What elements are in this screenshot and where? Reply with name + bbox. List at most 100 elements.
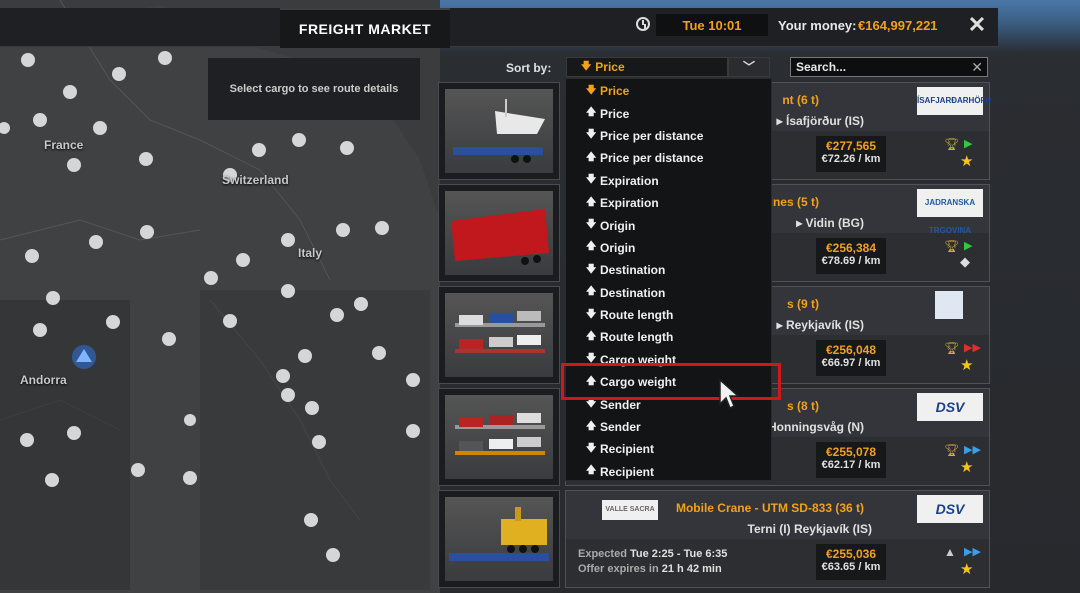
price-per-km: €66.97 / km [821,357,881,369]
trailer-boat-image [445,89,553,173]
sort-option-label: Price per distance [600,151,704,166]
cargo-thumbnail[interactable] [438,184,560,282]
trailer-crane-image [445,497,553,581]
reefer-trailer-icon [451,209,549,265]
clear-search-icon[interactable]: ✕ [971,58,983,76]
arrow-up-icon: 🡅 [586,151,597,163]
weight-icon: ▲ [944,545,956,559]
boat-trailer-icon [453,99,545,163]
sort-option[interactable]: 🡅 Route length [566,326,771,348]
company-logo: JADRANSKA TRGOVINA [917,189,983,235]
sort-option-label: Origin [600,240,636,255]
route: ▸ Ísafjörður (IS) [776,114,864,128]
sort-option[interactable]: 🡇 Price [566,80,771,102]
route: ▸ Vidin (BG) [796,216,864,230]
payment-box: €277,565 €72.26 / km [816,136,886,172]
map-label-andorra: Andorra [20,373,67,387]
arrow-down-icon: 🡇 [586,442,597,454]
cargo-thumbnail[interactable] [438,286,560,384]
crane-trailer-icon [449,507,549,561]
job-timing: Expected Tue 2:25 - Tue 6:35 Offer expir… [578,547,727,577]
company-logo: DSV [917,495,983,523]
sort-selected-label: Price [595,60,625,74]
route: Terni (I) Reykjavík (IS) [747,522,872,536]
arrow-up-icon: 🡅 [586,330,597,342]
destination: Honningsvåg (N) [768,420,864,434]
company-logo-icon [935,291,963,319]
job-card[interactable]: VALLE SACRA Mobile Crane - UTM SD-833 (3… [565,490,990,588]
cargo-thumbnail[interactable] [438,388,560,486]
arrow-up-icon: 🡅 [586,420,597,432]
price: €256,384 [825,241,877,255]
price-per-km: €62.17 / km [821,459,881,471]
price: €256,048 [825,343,877,357]
sort-option[interactable]: 🡇 Price per distance [566,125,771,147]
payment-box: €255,078 €62.17 / km [816,442,886,478]
sort-option-label: Sender [600,420,641,435]
map-label-france: France [44,138,84,152]
cargo-thumbnail[interactable] [438,490,560,588]
expected-label: Expected [578,548,627,560]
destination: Reykjavík (IS) [785,318,864,332]
arrow-down-icon: 🡇 [586,263,597,275]
highlight-box [561,363,781,400]
sort-option-label: Route length [600,308,674,323]
search-input[interactable]: Search... ✕ [790,57,988,77]
payment-box: €256,048 €66.97 / km [816,340,886,376]
cargo-title: s (8 t) [786,399,819,413]
trophy-icon: 🏆︎ [944,137,960,151]
map-label-switzerland: Switzerland [222,173,289,187]
close-button[interactable]: ✕ [966,14,988,36]
sort-option[interactable]: 🡇 Origin [566,214,771,236]
arrow-up-icon: 🡅 [586,196,597,208]
sort-option-label: Destination [600,285,666,300]
sort-option-label: Origin [600,218,636,233]
sort-option[interactable]: 🡅 Recipient [566,461,771,483]
route-hint: Select cargo to see route details [208,58,420,120]
sort-option[interactable]: 🡅 Sender [566,416,771,438]
sort-option-label: Expiration [600,196,659,211]
sort-option[interactable]: 🡅 Destination [566,282,771,304]
sort-option-label: Expiration [600,173,659,188]
price: €255,078 [825,445,877,459]
car-transporter-icon [455,311,545,353]
price: €255,036 [825,547,877,561]
urgency-arrow-icon: ▶▶ [964,546,981,558]
sort-option[interactable]: 🡅 Price per distance [566,147,771,169]
search-placeholder: Search... [796,60,847,74]
money-value: €164,997,221 [858,18,938,33]
arrow-down-icon: 🡇 [586,84,597,96]
sort-option-label: Price per distance [600,128,704,143]
trophy-icon: 🏆︎ [944,341,960,355]
sender-logo: VALLE SACRA [602,500,658,520]
sort-option[interactable]: 🡇 Expiration [566,170,771,192]
page-title: FREIGHT MARKET [280,8,450,48]
sort-select[interactable]: 🡇 Price [566,57,728,77]
arrow-up-icon: 🡅 [586,107,597,119]
trophy-icon: 🏆︎ [944,239,960,253]
sort-option[interactable]: 🡇 Destination [566,259,771,281]
sort-option[interactable]: 🡅 Origin [566,237,771,259]
urgency-arrow-icon: ▶ [964,138,973,150]
sort-dropdown-toggle[interactable]: ﹀ [728,57,770,77]
arrow-down-icon: 🡇 [586,174,597,186]
arrow-down-icon: 🡇 [586,129,597,141]
chevron-down-icon: ﹀ [742,60,755,74]
cargo-thumbnail[interactable] [438,82,560,180]
sort-option-label: Recipient [600,464,655,479]
star-icon: ★ [960,561,974,578]
sort-option[interactable]: 🡅 Expiration [566,192,771,214]
arrow-down-icon: 🡇 [586,308,597,320]
star-icon: ★ [960,153,974,170]
destination: Vidin (BG) [805,216,864,230]
expected-time: Tue 2:25 - Tue 6:35 [629,548,728,560]
price-per-km: €72.26 / km [821,153,881,165]
sort-option-label: Price [600,84,630,99]
sort-option[interactable]: 🡇 Route length [566,304,771,326]
sort-option[interactable]: 🡅 Price [566,102,771,124]
trophy-icon: 🏆︎ [944,443,960,457]
trailer-car-transporter-image [445,293,553,377]
sort-option[interactable]: 🡇 Recipient [566,438,771,460]
star-icon: ★ [960,357,974,374]
company-logo: DSV [917,393,983,421]
